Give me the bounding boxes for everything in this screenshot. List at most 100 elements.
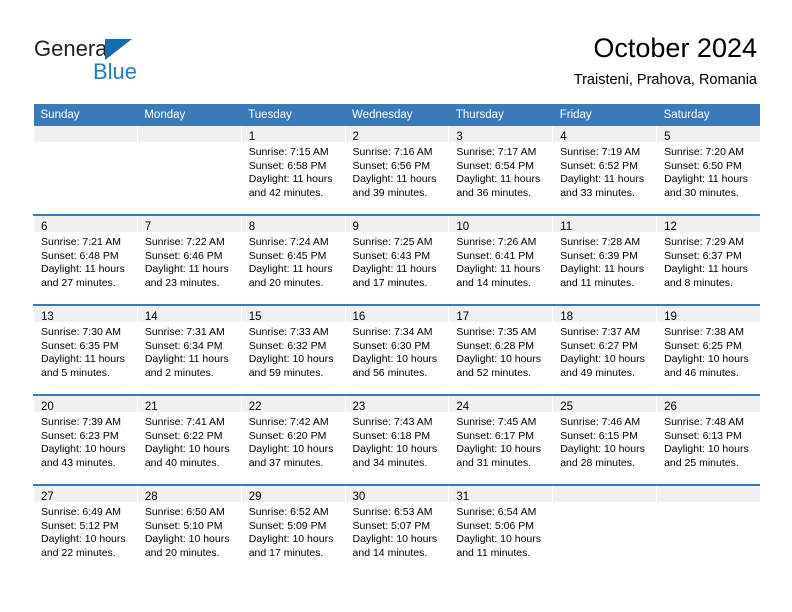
day-number: 4 — [560, 131, 567, 143]
day-detail-block — [34, 142, 136, 146]
sunrise-time: Sunrise: 7:35 AM — [456, 326, 537, 338]
calendar-day-cell[interactable]: 9 Sunrise: 7:25 AM Sunset: 6:43 PM Daylight… — [344, 214, 449, 305]
calendar-week-row: 13 Sunrise: 7:30 AM Sunset: 6:35 PM Dayligh… — [33, 304, 761, 395]
weekday-header-thursday: Thursday — [448, 104, 553, 126]
day-detail-block: Sunrise: 6:54 AM Sunset: 5:06 PM Daylight:… — [450, 502, 552, 560]
sunset-time: Sunset: 5:09 PM — [248, 519, 327, 532]
calendar-day-cell[interactable]: 11 Sunrise: 7:28 AM Sunset: 6:39 PM Dayligh… — [552, 214, 657, 305]
calendar-day-cell[interactable]: 19 Sunrise: 7:38 AM Sunset: 6:25 PM Dayligh… — [656, 304, 761, 395]
daylight-duration-line2: and 43 minutes. — [41, 456, 116, 469]
calendar-day-cell[interactable]: 10 Sunrise: 7:26 AM Sunset: 6:41 PM Dayligh… — [448, 214, 553, 305]
day-detail-block: Sunrise: 7:24 AM Sunset: 6:45 PM Daylight:… — [242, 232, 344, 290]
day-detail-block: Sunrise: 6:53 AM Sunset: 5:07 PM Daylight:… — [346, 502, 448, 560]
page-subtitle: Traisteni, Prahova, Romania — [573, 72, 757, 88]
sunrise-time: Sunrise: 7:20 AM — [664, 146, 745, 158]
daylight-duration-line1: Daylight: 11 hours — [560, 173, 645, 186]
day-detail-block: Sunrise: 7:39 AM Sunset: 6:23 PM Daylight:… — [34, 412, 136, 470]
day-number: 7 — [144, 221, 152, 233]
sunset-time: Sunset: 6:50 PM — [664, 159, 742, 172]
calendar-day-cell[interactable]: 21 Sunrise: 7:41 AM Sunset: 6:22 PM Dayligh… — [136, 394, 242, 485]
calendar-day-cell[interactable]: 7 Sunrise: 7:22 AM Sunset: 6:46 PM Daylight… — [136, 214, 242, 305]
sunset-time: Sunset: 6:28 PM — [456, 339, 535, 352]
calendar-day-cell[interactable]: 14 Sunrise: 7:31 AM Sunset: 6:34 PM Dayligh… — [136, 304, 242, 395]
calendar-day-cell[interactable]: 23 Sunrise: 7:43 AM Sunset: 6:18 PM Dayligh… — [344, 394, 449, 485]
day-detail-block: Sunrise: 7:21 AM Sunset: 6:48 PM Daylight:… — [34, 232, 136, 290]
daylight-duration-line1: Daylight: 10 hours — [560, 443, 645, 456]
sunrise-time: Sunrise: 6:49 AM — [41, 506, 121, 518]
calendar-day-cell[interactable]: 16 Sunrise: 7:34 AM Sunset: 6:30 PM Dayligh… — [344, 304, 449, 395]
day-number-band — [34, 126, 137, 142]
sunrise-time: Sunrise: 7:21 AM — [41, 236, 121, 248]
calendar-week-row: 20 Sunrise: 7:39 AM Sunset: 6:23 PM Dayligh… — [33, 394, 761, 485]
calendar-day-cell[interactable]: 3 Sunrise: 7:17 AM Sunset: 6:54 PM Daylight… — [448, 126, 553, 215]
day-number: 2 — [352, 131, 359, 143]
calendar-day-cell[interactable]: 6 Sunrise: 7:21 AM Sunset: 6:48 PM Daylight… — [33, 214, 138, 305]
calendar-day-cell[interactable]: 15 Sunrise: 7:33 AM Sunset: 6:32 PM Dayligh… — [240, 304, 346, 395]
sunset-time: Sunset: 6:13 PM — [664, 429, 742, 442]
daylight-duration-line1: Daylight: 10 hours — [352, 533, 438, 546]
day-detail-block: Sunrise: 7:28 AM Sunset: 6:39 PM Daylight:… — [554, 232, 656, 290]
sunset-time: Sunset: 6:35 PM — [41, 339, 119, 352]
calendar-day-cell[interactable]: 4 Sunrise: 7:19 AM Sunset: 6:52 PM Daylight… — [552, 126, 657, 215]
day-detail-block: Sunrise: 7:16 AM Sunset: 6:56 PM Daylight:… — [346, 142, 448, 200]
sunrise-time: Sunrise: 7:39 AM — [41, 416, 121, 428]
daylight-duration-line1: Daylight: 11 hours — [144, 263, 229, 276]
calendar-day-cell[interactable]: 31 Sunrise: 6:54 AM Sunset: 5:06 PM Dayligh… — [448, 484, 553, 574]
sunset-time: Sunset: 5:12 PM — [41, 519, 119, 532]
weekday-header-wednesday: Wednesday — [345, 104, 449, 126]
general-blue-logo[interactable]: General Blue — [34, 36, 274, 88]
day-detail-block: Sunrise: 7:22 AM Sunset: 6:46 PM Daylight:… — [138, 232, 240, 290]
daylight-duration-line2: and 20 minutes. — [248, 276, 324, 289]
day-number-band — [138, 126, 241, 142]
day-detail-block: Sunrise: 7:41 AM Sunset: 6:22 PM Daylight:… — [138, 412, 240, 470]
calendar-day-cell[interactable]: 20 Sunrise: 7:39 AM Sunset: 6:23 PM Dayligh… — [33, 394, 138, 485]
daylight-duration-line2: and 39 minutes. — [352, 186, 428, 199]
daylight-duration-line1: Daylight: 10 hours — [144, 533, 230, 546]
calendar-day-cell[interactable]: 25 Sunrise: 7:46 AM Sunset: 6:15 PM Dayligh… — [552, 394, 657, 485]
day-number-band: 10 — [449, 217, 553, 233]
sunset-time: Sunset: 6:17 PM — [456, 429, 535, 442]
calendar-day-cell[interactable]: 24 Sunrise: 7:45 AM Sunset: 6:17 PM Dayligh… — [448, 394, 553, 485]
day-detail-block: Sunrise: 7:42 AM Sunset: 6:20 PM Daylight:… — [242, 412, 344, 470]
day-detail-block: Sunrise: 7:19 AM Sunset: 6:52 PM Daylight:… — [554, 142, 656, 200]
calendar-day-cell[interactable]: 27 Sunrise: 6:49 AM Sunset: 5:12 PM Dayligh… — [33, 484, 138, 574]
calendar-day-cell[interactable]: 17 Sunrise: 7:35 AM Sunset: 6:28 PM Dayligh… — [448, 304, 553, 395]
calendar-day-cell[interactable]: 12 Sunrise: 7:29 AM Sunset: 6:37 PM Dayligh… — [656, 214, 761, 305]
day-number-band: 17 — [449, 307, 553, 323]
sunset-time: Sunset: 6:27 PM — [560, 339, 638, 352]
calendar-day-cell[interactable]: 28 Sunrise: 6:50 AM Sunset: 5:10 PM Dayligh… — [136, 484, 242, 574]
sunrise-time: Sunrise: 7:48 AM — [664, 416, 745, 428]
calendar-day-cell[interactable]: 26 Sunrise: 7:48 AM Sunset: 6:13 PM Dayligh… — [656, 394, 761, 485]
day-number-band: 29 — [242, 487, 345, 503]
sunset-time: Sunset: 6:39 PM — [560, 249, 638, 262]
day-detail-block: Sunrise: 7:17 AM Sunset: 6:54 PM Daylight:… — [450, 142, 552, 200]
daylight-duration-line1: Daylight: 10 hours — [560, 353, 645, 366]
sunrise-time: Sunrise: 6:54 AM — [456, 506, 537, 518]
daylight-duration-line1: Daylight: 10 hours — [41, 533, 126, 546]
calendar-day-cell[interactable]: 29 Sunrise: 6:52 AM Sunset: 5:09 PM Dayligh… — [240, 484, 346, 574]
calendar-day-cell[interactable]: 13 Sunrise: 7:30 AM Sunset: 6:35 PM Dayligh… — [33, 304, 138, 395]
day-detail-block: Sunrise: 6:49 AM Sunset: 5:12 PM Daylight:… — [34, 502, 136, 560]
calendar-day-cell[interactable]: 30 Sunrise: 6:53 AM Sunset: 5:07 PM Dayligh… — [344, 484, 449, 574]
calendar-day-cell[interactable]: 18 Sunrise: 7:37 AM Sunset: 6:27 PM Dayligh… — [552, 304, 657, 395]
day-detail-block: Sunrise: 7:20 AM Sunset: 6:50 PM Daylight:… — [658, 142, 761, 200]
calendar-week-row: 27 Sunrise: 6:49 AM Sunset: 5:12 PM Dayligh… — [33, 484, 761, 574]
daylight-duration-line2: and 40 minutes. — [144, 456, 220, 469]
calendar-day-cell[interactable]: 8 Sunrise: 7:24 AM Sunset: 6:45 PM Daylight… — [240, 214, 346, 305]
sunset-time: Sunset: 6:22 PM — [144, 429, 223, 442]
weekday-header-saturday: Saturday — [656, 104, 761, 126]
sunset-time: Sunset: 5:10 PM — [144, 519, 223, 532]
day-detail-block: Sunrise: 7:33 AM Sunset: 6:32 PM Daylight:… — [242, 322, 344, 380]
calendar-day-cell[interactable]: 5 Sunrise: 7:20 AM Sunset: 6:50 PM Daylight… — [656, 126, 761, 215]
calendar-day-cell[interactable]: 22 Sunrise: 7:42 AM Sunset: 6:20 PM Dayligh… — [240, 394, 346, 485]
day-number: 30 — [352, 491, 366, 503]
daylight-duration-line1: Daylight: 11 hours — [352, 263, 437, 276]
daylight-duration-line1: Daylight: 10 hours — [352, 443, 438, 456]
sunrise-time: Sunrise: 7:31 AM — [144, 326, 225, 338]
daylight-duration-line2: and 27 minutes. — [41, 276, 116, 289]
sunrise-time: Sunrise: 7:16 AM — [352, 146, 433, 158]
sunset-time: Sunset: 6:25 PM — [664, 339, 742, 352]
calendar-day-cell[interactable]: 2 Sunrise: 7:16 AM Sunset: 6:56 PM Daylight… — [344, 126, 449, 215]
calendar-day-cell[interactable]: 1 Sunrise: 7:15 AM Sunset: 6:58 PM Daylight… — [240, 126, 346, 215]
day-number-band: 26 — [657, 397, 761, 413]
